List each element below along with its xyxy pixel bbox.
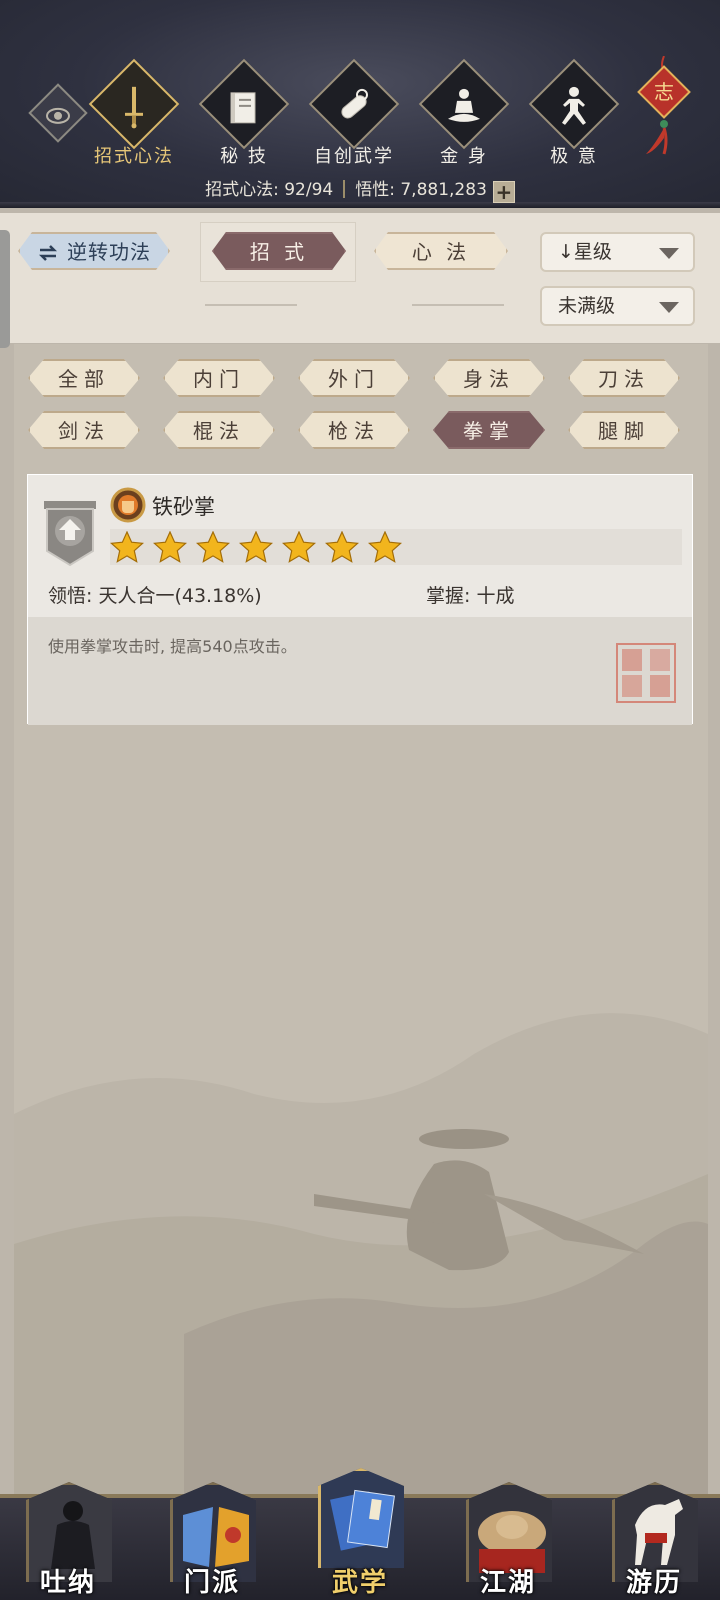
tab-golden-body[interactable]: 金 身 [408, 58, 510, 168]
martial-books-icon [321, 1471, 404, 1568]
star-icon [239, 531, 273, 563]
tab-label: 金 身 [440, 146, 488, 167]
star-icon [325, 531, 359, 563]
nav-label: 吐纳 [39, 1568, 96, 1598]
divider [205, 304, 297, 306]
category-movement[interactable]: 身法 [433, 359, 545, 397]
subtab-moves[interactable]: 招 式 [212, 232, 346, 270]
skill-description: 使用拳掌攻击时, 提高540点攻击。 [48, 637, 297, 656]
side-drawer-handle[interactable] [0, 230, 10, 348]
star-icon [110, 531, 144, 563]
add-insight-button[interactable]: + [492, 181, 515, 203]
tab-ultimate[interactable]: 极 意 [518, 58, 620, 168]
category-sword[interactable]: 剑法 [28, 411, 140, 449]
sort-dropdown[interactable]: ↓星级 [540, 232, 695, 272]
level-dropdown[interactable]: 未满级 [540, 286, 695, 326]
level-dropdown-value: 未满级 [558, 295, 616, 317]
book-icon [230, 92, 256, 124]
star-icon [196, 531, 230, 563]
category-spear[interactable]: 枪法 [298, 411, 410, 449]
tab-self-created[interactable]: 自创武学 [298, 58, 400, 168]
reverse-button-label: 逆转功法 [67, 240, 151, 264]
seal-stamp-icon [616, 643, 676, 703]
fist-icon [110, 487, 146, 523]
nav-label: 武学 [331, 1568, 388, 1598]
tab-label: 自创武学 [314, 146, 394, 167]
tab-label: 秘 技 [220, 146, 268, 167]
nav-label: 门派 [183, 1568, 240, 1598]
star-rating [110, 529, 682, 565]
tab-techniques[interactable]: 招式心法 [78, 58, 180, 168]
divider [412, 304, 504, 306]
sword-icon [125, 86, 143, 129]
landscape-background [14, 1013, 708, 1494]
nav-sect[interactable]: 门派 [162, 1474, 262, 1600]
chevron-down-icon [659, 248, 679, 259]
skill-card[interactable]: 铁砂掌 领悟: 天人合一(43.18%) 掌握: 十成 使用拳掌攻击时, 提高5… [27, 474, 693, 725]
star-icon [153, 531, 187, 563]
scroll-icon [341, 88, 368, 119]
arrow-down-icon: ↓ [558, 241, 574, 263]
comprehension-level: 领悟: 天人合一(43.18%) [48, 585, 262, 607]
star-icon [282, 531, 316, 563]
category-all[interactable]: 全部 [28, 359, 140, 397]
nav-martial-arts[interactable]: 武学 [310, 1460, 410, 1598]
category-inner[interactable]: 内门 [163, 359, 275, 397]
techniques-count: 招式心法: 92/94 [205, 180, 334, 200]
subtab-inner-arts[interactable]: 心 法 [374, 232, 508, 270]
category-fist-palm[interactable]: 拳掌 [433, 411, 545, 449]
chevron-down-icon [659, 302, 679, 313]
charm-icon[interactable]: 志 [636, 56, 692, 166]
charm-label: 志 [654, 80, 674, 104]
tab-secret-skills[interactable]: 秘 技 [188, 58, 290, 168]
eye-icon [46, 107, 70, 124]
reverse-technique-button[interactable]: 逆转功法 [18, 232, 170, 270]
star-icon [368, 531, 402, 563]
nav-label: 游历 [625, 1568, 682, 1598]
sort-dropdown-value: 星级 [573, 241, 612, 263]
tab-label: 招式心法 [94, 146, 174, 167]
header-stats: 招式心法: 92/94 悟性: 7,881,283 + [0, 175, 720, 203]
category-staff[interactable]: 棍法 [163, 411, 275, 449]
category-outer[interactable]: 外门 [298, 359, 410, 397]
nav-breathing[interactable]: 吐纳 [18, 1474, 118, 1600]
skill-name: 铁砂掌 [152, 495, 215, 519]
mastery-level: 掌握: 十成 [426, 585, 515, 607]
nav-travel[interactable]: 游历 [604, 1474, 704, 1600]
nav-label: 江湖 [479, 1568, 536, 1598]
stance-icon [562, 86, 586, 125]
category-blade[interactable]: 刀法 [568, 359, 680, 397]
tab-label: 极 意 [550, 146, 598, 167]
insight-value: 悟性: 7,881,283 [355, 180, 487, 200]
main-panel: 全部 内门 外门 身法 刀法 剑法 棍法 枪法 拳掌 腿脚 铁砂掌 领悟: 天人… [14, 344, 708, 1494]
swap-icon [37, 244, 59, 262]
meditation-icon [448, 88, 480, 122]
category-legs[interactable]: 腿脚 [568, 411, 680, 449]
nav-jianghu[interactable]: 江湖 [458, 1474, 558, 1600]
upgrade-badge-icon[interactable] [42, 499, 98, 567]
